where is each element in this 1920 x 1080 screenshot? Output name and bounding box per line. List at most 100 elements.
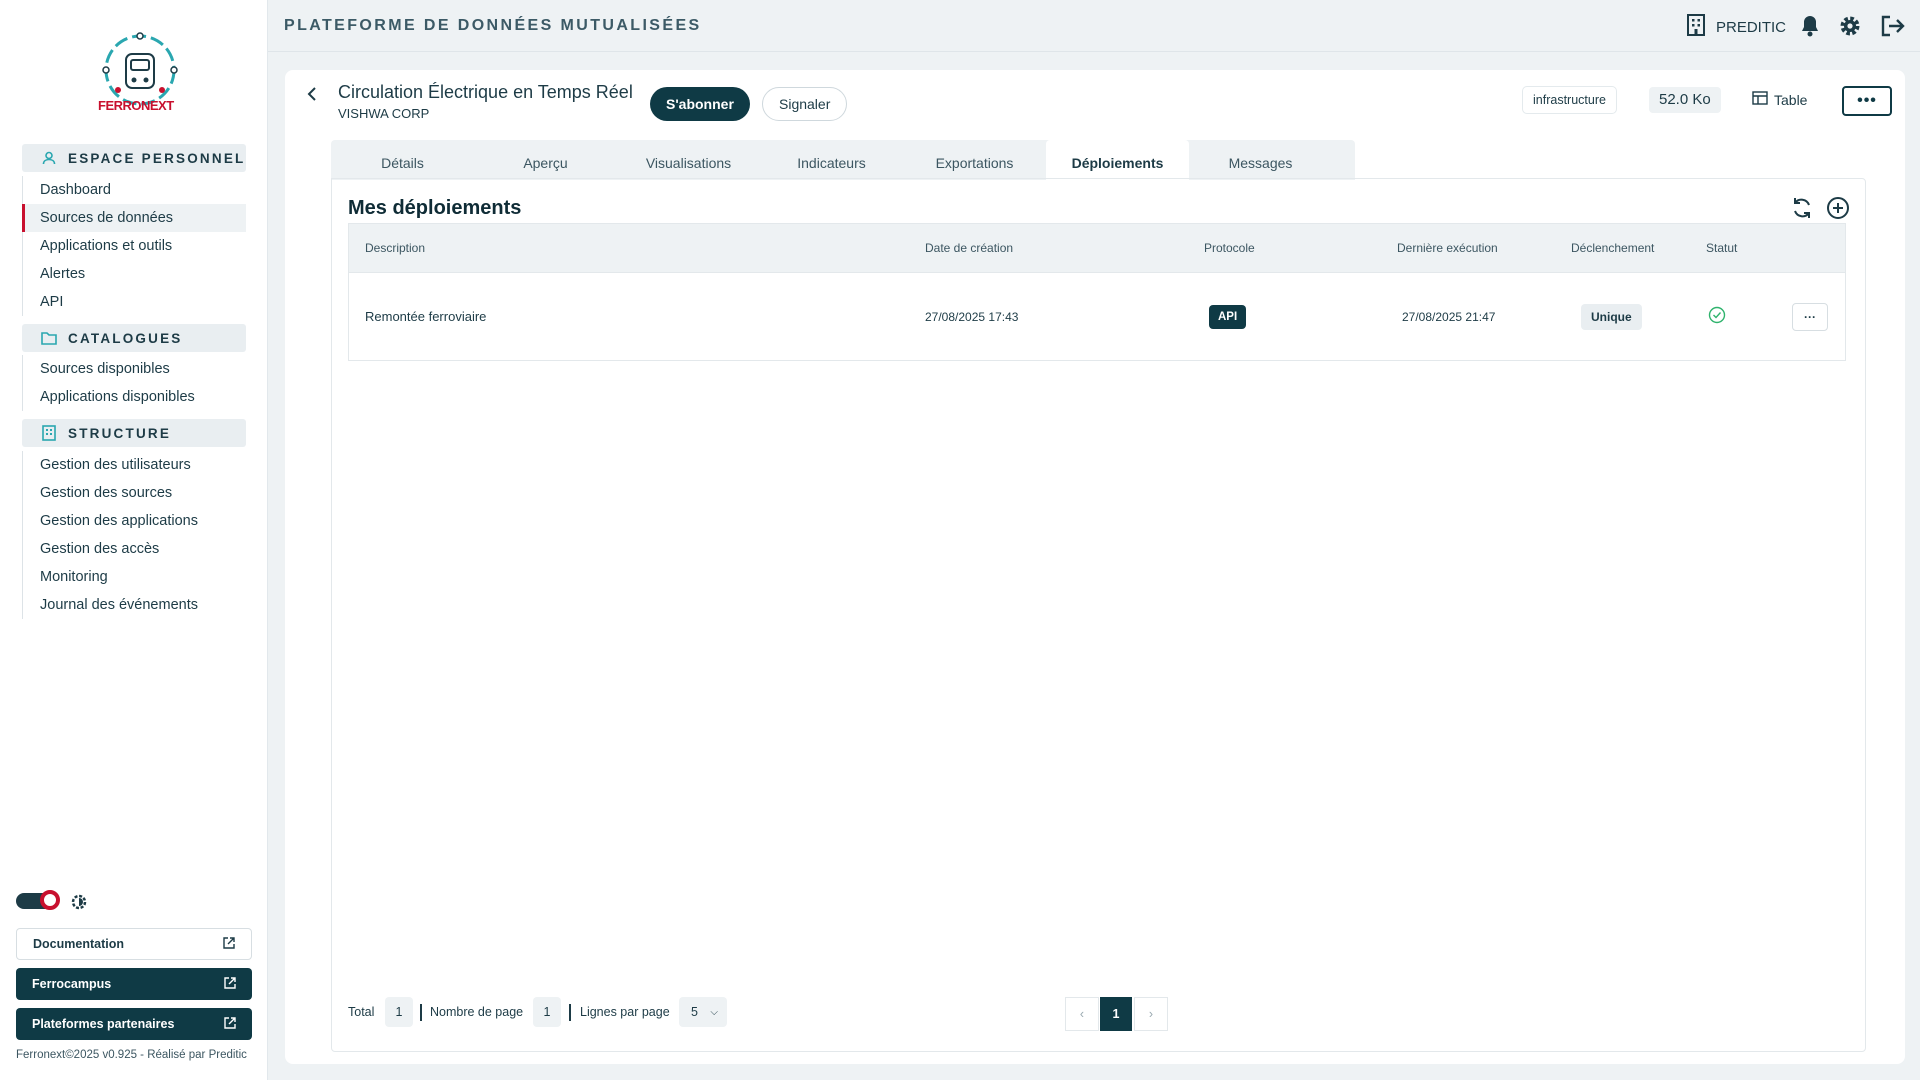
external-link-icon: [224, 1016, 236, 1032]
folder-icon: [40, 329, 58, 347]
tab-apercu[interactable]: Aperçu: [474, 140, 617, 180]
organization-selector[interactable]: PREDITIC: [1686, 14, 1786, 40]
theme-toggle[interactable]: [16, 890, 60, 910]
nav-group-espace-personnel: Dashboard Sources de données Application…: [22, 176, 246, 316]
category-tag: infrastructure: [1523, 87, 1616, 113]
panel-title: Mes déploiements: [348, 197, 522, 219]
dataset-owner: VISHWA CORP: [338, 106, 430, 121]
sidebar-item-sources-disponibles[interactable]: Sources disponibles: [23, 355, 246, 383]
sidebar-item-gestion-utilisateurs[interactable]: Gestion des utilisateurs: [23, 451, 246, 479]
section-label: CATALOGUES: [68, 330, 183, 346]
column-header-derniere-execution[interactable]: Dernière exécution: [1397, 241, 1498, 255]
footer-copyright: Ferronext©2025 v0.925 - Réalisé par Pred…: [16, 1049, 247, 1061]
sidebar-item-alertes[interactable]: Alertes: [23, 260, 246, 288]
column-header-protocole[interactable]: Protocole: [1204, 241, 1255, 255]
sidebar: FERRONEXT ESPACE PERSONNEL Dashboard Sou…: [0, 0, 268, 1080]
separator: [420, 1004, 422, 1021]
table-header: Description Date de création Protocole D…: [348, 223, 1846, 273]
building-icon: [1686, 14, 1706, 40]
deployments-panel: Mes déploiements Description Date de cré…: [331, 178, 1866, 1052]
pages-label: Nombre de page: [430, 1005, 524, 1019]
sidebar-item-gestion-applications[interactable]: Gestion des applications: [23, 507, 246, 535]
tab-messages[interactable]: Messages: [1189, 140, 1332, 180]
rows-per-page-select[interactable]: 5 ⌵: [679, 997, 727, 1027]
separator: [569, 1004, 571, 1021]
tab-indicateurs[interactable]: Indicateurs: [760, 140, 903, 180]
page-number-button[interactable]: 1: [1100, 997, 1132, 1031]
report-button[interactable]: Signaler: [762, 87, 848, 121]
logout-icon[interactable]: [1880, 14, 1905, 38]
prev-page-button[interactable]: ‹: [1065, 997, 1099, 1031]
tab-exportations[interactable]: Exportations: [903, 140, 1046, 180]
documentation-link[interactable]: Documentation: [16, 928, 252, 960]
subscribe-button[interactable]: S'abonner: [650, 87, 750, 121]
more-options-button[interactable]: •••: [1842, 86, 1892, 116]
next-page-button[interactable]: ›: [1134, 997, 1168, 1031]
protocol-badge: API: [1209, 304, 1247, 329]
section-label: STRUCTURE: [68, 425, 172, 441]
documentation-label: Documentation: [33, 937, 124, 951]
logo-text: FERRONEXT: [98, 98, 174, 113]
column-header-statut[interactable]: Statut: [1706, 241, 1737, 255]
toggle-knob: [40, 890, 60, 910]
sidebar-item-api[interactable]: API: [23, 288, 246, 316]
table-icon: [1752, 91, 1774, 108]
section-header-espace-personnel[interactable]: ESPACE PERSONNEL: [22, 144, 246, 172]
pages-value: 1: [533, 997, 561, 1027]
total-value: 1: [385, 997, 413, 1027]
nav-group-catalogues: Sources disponibles Applications disponi…: [22, 355, 246, 411]
row-last-run: 27/08/2025 21:47: [1402, 309, 1496, 324]
plateformes-partenaires-link[interactable]: Plateformes partenaires: [16, 1008, 252, 1040]
plateformes-partenaires-label: Plateformes partenaires: [32, 1017, 175, 1031]
tab-visualisations[interactable]: Visualisations: [617, 140, 760, 180]
external-link-icon: [223, 936, 235, 952]
section-header-catalogues[interactable]: CATALOGUES: [22, 324, 246, 352]
refresh-icon[interactable]: [1790, 196, 1814, 220]
tab-deploiements[interactable]: Déploiements: [1046, 140, 1189, 180]
view-mode-table[interactable]: Table: [1752, 91, 1807, 108]
back-arrow-icon[interactable]: [303, 84, 323, 104]
view-mode-label: Table: [1774, 91, 1808, 108]
bell-icon[interactable]: [1798, 14, 1822, 38]
trigger-badge: Unique: [1581, 303, 1642, 330]
column-header-description[interactable]: Description: [365, 241, 425, 255]
building-icon: [40, 424, 58, 442]
top-bar: PLATEFORME DE DONNÉES MUTUALISÉES PREDIT…: [268, 0, 1920, 52]
add-circle-icon[interactable]: [1826, 196, 1850, 220]
sidebar-item-gestion-sources[interactable]: Gestion des sources: [23, 479, 246, 507]
gear-icon[interactable]: [1838, 14, 1862, 38]
row-description: Remontée ferroviaire: [365, 309, 487, 324]
total-label: Total: [348, 1005, 375, 1019]
status-success-icon: [1708, 306, 1726, 327]
size-badge: 52.0 Ko: [1649, 87, 1721, 113]
row-actions-button[interactable]: ···: [1792, 302, 1828, 331]
column-header-date-creation[interactable]: Date de création: [925, 241, 1013, 255]
rows-per-page-label: Lignes par page: [580, 1005, 670, 1019]
pagination-bar: Total 1 Nombre de page 1 Lignes par page…: [348, 997, 1848, 1031]
table-row[interactable]: Remontée ferroviaire 27/08/2025 17:43 AP…: [348, 273, 1846, 361]
sidebar-item-journal-evenements[interactable]: Journal des événements: [23, 591, 246, 619]
app-title: PLATEFORME DE DONNÉES MUTUALISÉES: [284, 17, 702, 34]
sidebar-item-applications-et-outils[interactable]: Applications et outils: [23, 232, 246, 260]
dataset-title: Circulation Électrique en Temps Réel: [338, 82, 633, 102]
rows-per-page-value: 5: [691, 1005, 698, 1019]
row-created-date: 27/08/2025 17:43: [925, 309, 1019, 324]
sidebar-item-monitoring[interactable]: Monitoring: [23, 563, 246, 591]
sidebar-item-sources-de-donnees[interactable]: Sources de données: [22, 204, 246, 232]
ferrocampus-link[interactable]: Ferrocampus: [16, 968, 252, 1000]
sidebar-item-dashboard[interactable]: Dashboard: [23, 176, 246, 204]
sidebar-item-gestion-acces[interactable]: Gestion des accès: [23, 535, 246, 563]
tab-details[interactable]: Détails: [331, 140, 474, 180]
user-icon: [40, 149, 58, 167]
chevron-down-icon: ⌵: [710, 1007, 718, 1018]
organization-name: PREDITIC: [1716, 18, 1787, 36]
section-label: ESPACE PERSONNEL: [68, 150, 246, 166]
nav-group-structure: Gestion des utilisateurs Gestion des sou…: [22, 451, 246, 619]
ferrocampus-label: Ferrocampus: [32, 977, 112, 991]
sidebar-item-applications-disponibles[interactable]: Applications disponibles: [23, 383, 246, 411]
ferronext-logo[interactable]: FERRONEXT: [90, 32, 190, 122]
main-card: Circulation Électrique en Temps Réel VIS…: [285, 70, 1905, 1064]
section-header-structure[interactable]: STRUCTURE: [22, 419, 246, 447]
tab-bar: Détails Aperçu Visualisations Indicateur…: [331, 140, 1355, 180]
column-header-declenchement[interactable]: Déclenchement: [1571, 241, 1654, 255]
